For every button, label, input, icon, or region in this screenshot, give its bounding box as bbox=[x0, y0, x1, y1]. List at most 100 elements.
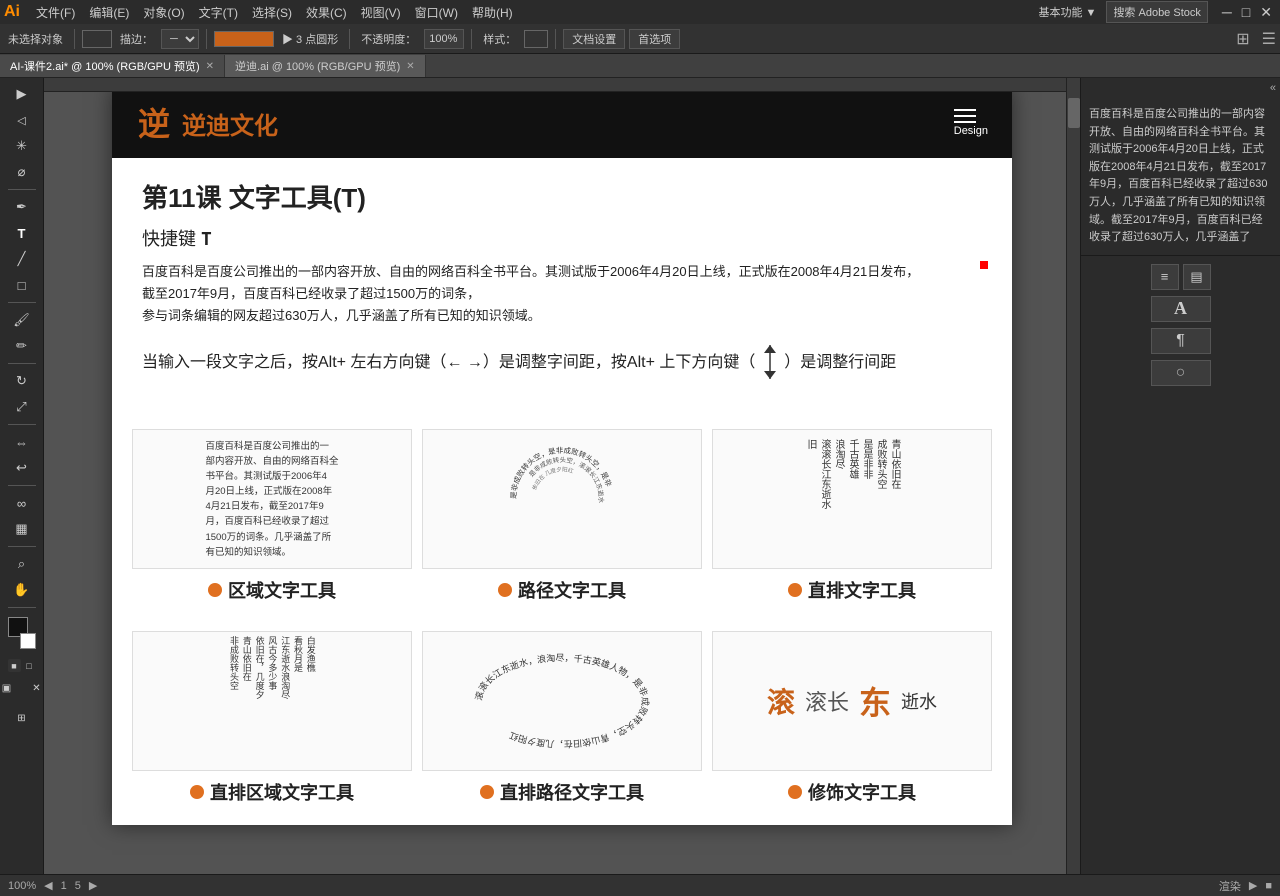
logo-text: 逆迪文化 bbox=[182, 106, 278, 141]
panel-text-tool-A[interactable]: A bbox=[1151, 296, 1211, 322]
close-btn[interactable]: ✕ bbox=[1260, 4, 1272, 21]
stroke-color[interactable] bbox=[20, 633, 36, 649]
red-dot-indicator bbox=[980, 261, 988, 269]
panel-tools: ≡ ▤ A ¶ ○ bbox=[1081, 256, 1280, 394]
paintbrush-tool[interactable]: 🖌 bbox=[8, 308, 36, 332]
orange-color-bar[interactable] bbox=[214, 31, 274, 47]
stroke-label: 描边： bbox=[116, 29, 157, 49]
bottom-stop-btn[interactable]: ■ bbox=[1265, 880, 1272, 892]
scrollbar-thumb[interactable] bbox=[1068, 98, 1080, 128]
tab-file-2[interactable]: 逆迪.ai @ 100% (RGB/GPU 预览) ✕ bbox=[225, 55, 426, 77]
panel-text-area: 百度百科是百度公司推出的一部内容开放、自由的网络百科全书平台。其测试版于2006… bbox=[1081, 98, 1280, 256]
deco-char-1: 滚 bbox=[767, 681, 795, 721]
page-nav-prev[interactable]: ◀ bbox=[44, 879, 52, 892]
area-text-label: 区域文字工具 bbox=[208, 577, 336, 603]
scale-tool[interactable]: ⤢ bbox=[8, 395, 36, 419]
stroke-color-box[interactable] bbox=[82, 30, 112, 48]
menu-help[interactable]: 帮助(H) bbox=[466, 2, 519, 23]
description-text: 百度百科是百度公司推出的一部内容开放、自由的网络百科全书平台。其测试版于2006… bbox=[142, 261, 982, 327]
menu-text[interactable]: 文字(T) bbox=[193, 2, 244, 23]
magic-wand-tool[interactable]: ✳ bbox=[8, 134, 36, 158]
bar-chart-tool[interactable]: ▦ bbox=[8, 517, 36, 541]
hamburger-menu[interactable]: Design bbox=[954, 109, 988, 137]
pencil-tool[interactable]: ✏ bbox=[8, 334, 36, 358]
menu-bar: Ai 文件(F) 编辑(E) 对象(O) 文字(T) 选择(S) 效果(C) 视… bbox=[0, 0, 1280, 24]
fill-gradient[interactable]: ▣ bbox=[0, 676, 21, 700]
warp-tool[interactable]: ↩ bbox=[8, 456, 36, 480]
tab-file-1[interactable]: AI-课件2.ai* @ 100% (RGB/GPU 预览) ✕ bbox=[0, 55, 225, 77]
full-mode[interactable]: □ bbox=[23, 659, 36, 672]
vertical-text-label-text: 直排文字工具 bbox=[808, 577, 916, 603]
hand-tool[interactable]: ✋ bbox=[8, 578, 36, 602]
tab-close-2[interactable]: ✕ bbox=[406, 61, 414, 72]
panel-tool-row-1: ≡ ▤ bbox=[1151, 264, 1211, 290]
type-tool[interactable]: T bbox=[8, 221, 36, 245]
vertical-text-content: 旧 滚滚长江东逝水 浪淘尽 千古英雄 是是非非 成败转头空 青山依旧在 bbox=[804, 439, 900, 559]
deco-char-2: 滚长 bbox=[805, 685, 849, 717]
vertical-path-label-text: 直排路径文字工具 bbox=[500, 779, 644, 805]
tab-bar: AI-课件2.ai* @ 100% (RGB/GPU 预览) ✕ 逆迪.ai @… bbox=[0, 54, 1280, 78]
doc-settings-btn[interactable]: 文档设置 bbox=[563, 29, 625, 49]
panels-toggle[interactable]: ⊞ bbox=[1236, 29, 1249, 49]
decorative-label-text: 修饰文字工具 bbox=[808, 779, 916, 805]
vertical-path-svg: 滚滚长江东逝水，浪淘尽，千古英雄人物，是非成败转头空，青山依旧在，几度夕阳红 bbox=[462, 636, 662, 766]
zoom-level[interactable]: 100% bbox=[8, 880, 36, 892]
maximize-btn[interactable]: □ bbox=[1242, 4, 1250, 20]
normal-mode[interactable]: ■ bbox=[8, 659, 21, 672]
tb-divider-5 bbox=[555, 29, 556, 49]
direct-select-tool[interactable]: ◁ bbox=[8, 108, 36, 132]
vertical-area-demo: 非成败转头空 青山依旧在 依旧在，几度夕 风古今多少事 江东逝水浪淘尽 看秋月是… bbox=[132, 631, 412, 771]
panel-collapse-btn[interactable]: « bbox=[1270, 82, 1276, 94]
menu-object[interactable]: 对象(O) bbox=[137, 2, 190, 23]
panel-circle-icon[interactable]: ○ bbox=[1151, 360, 1211, 386]
main-layout: ▶ ◁ ✳ ⌀ ✒ T ╱ □ 🖌 ✏ ↻ ⤢ ⇔ ↩ ∞ ▦ ⌕ ✋ ■ □ bbox=[0, 78, 1280, 896]
tab-close-1[interactable]: ✕ bbox=[206, 61, 214, 72]
shape-tool[interactable]: □ bbox=[8, 273, 36, 297]
path-text-label-text: 路径文字工具 bbox=[518, 577, 626, 603]
path-text-tool-example: 是非成败转头空，是非成败转头空，是非 是非成败转头空，滚滚长江东逝水 依旧在 几… bbox=[422, 429, 702, 603]
opacity-input[interactable] bbox=[424, 29, 464, 49]
tool-sep-4 bbox=[8, 424, 36, 425]
artboard-tool[interactable]: ⊞ bbox=[8, 706, 36, 730]
line-tool[interactable]: ╱ bbox=[8, 247, 36, 271]
varea-col-7: 白发渔樵 bbox=[305, 636, 316, 766]
varea-col-4: 风古今多少事 bbox=[267, 636, 278, 766]
canvas-area[interactable]: 逆 逆迪文化 Design 第11课 文字工具(T) 快 bbox=[44, 78, 1080, 896]
pen-tool[interactable]: ✒ bbox=[8, 195, 36, 219]
vertical-scrollbar[interactable] bbox=[1066, 78, 1080, 896]
panel-paragraph-tool[interactable]: ¶ bbox=[1151, 328, 1211, 354]
page-nav-next[interactable]: ▶ bbox=[89, 879, 97, 892]
menu-select[interactable]: 选择(S) bbox=[246, 2, 298, 23]
horizontal-scrollbar[interactable] bbox=[44, 78, 1066, 92]
page-of-5: 5 bbox=[75, 880, 81, 892]
decorative-tool-example: 滚 滚长 东 逝水 修饰文字工具 bbox=[712, 631, 992, 805]
view-mode-icons: ■ □ bbox=[8, 659, 36, 672]
arrange-btn[interactable]: ☰ bbox=[1262, 29, 1276, 49]
search-stock[interactable]: 搜索 Adobe Stock bbox=[1106, 1, 1207, 23]
vertical-dot bbox=[788, 583, 802, 597]
preferences-btn[interactable]: 首选项 bbox=[629, 29, 680, 49]
artboard-header: 逆 逆迪文化 Design bbox=[112, 88, 1012, 158]
panel-align-icon[interactable]: ≡ bbox=[1151, 264, 1179, 290]
panel-controls: « bbox=[1081, 78, 1280, 98]
stroke-select[interactable]: ─ bbox=[161, 29, 199, 49]
menu-effect[interactable]: 效果(C) bbox=[300, 2, 353, 23]
menu-edit[interactable]: 编辑(E) bbox=[83, 2, 135, 23]
bottom-play-btn[interactable]: ▶ bbox=[1249, 879, 1257, 892]
style-label: 样式： bbox=[479, 29, 520, 49]
path-text-demo: 是非成败转头空，是非成败转头空，是非 是非成败转头空，滚滚长江东逝水 依旧在 几… bbox=[422, 429, 702, 569]
color-controls[interactable] bbox=[8, 617, 36, 649]
minimize-btn[interactable]: ─ bbox=[1222, 4, 1232, 20]
panel-list-icon[interactable]: ▤ bbox=[1183, 264, 1211, 290]
rotate-tool[interactable]: ↻ bbox=[8, 369, 36, 393]
style-color-box[interactable] bbox=[524, 30, 548, 48]
selection-tool[interactable]: ▶ bbox=[8, 82, 36, 106]
vertical-path-demo: 滚滚长江东逝水，浪淘尽，千古英雄人物，是非成败转头空，青山依旧在，几度夕阳红 bbox=[422, 631, 702, 771]
lasso-tool[interactable]: ⌀ bbox=[8, 160, 36, 184]
zoom-tool[interactable]: ⌕ bbox=[8, 552, 36, 576]
menu-window[interactable]: 窗口(W) bbox=[409, 2, 464, 23]
menu-view[interactable]: 视图(V) bbox=[355, 2, 407, 23]
width-tool[interactable]: ⇔ bbox=[8, 430, 36, 454]
menu-file[interactable]: 文件(F) bbox=[30, 2, 81, 23]
blend-tool[interactable]: ∞ bbox=[8, 491, 36, 515]
